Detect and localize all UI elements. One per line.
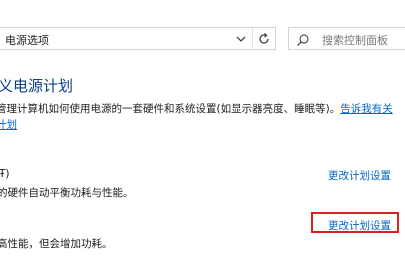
- learn-more-link[interactable]: 告诉我有关: [340, 103, 393, 115]
- address-divider: [252, 28, 253, 49]
- change-plan-settings-link[interactable]: 更改计划设置: [328, 168, 391, 183]
- plan-description-balanced: 的硬件自动平衡功耗与性能。: [0, 187, 134, 199]
- plan-description-high-performance: 高性能，但会增加功耗。: [0, 238, 113, 250]
- plan-name-balanced: Ŧ): [0, 168, 10, 180]
- description-text: 管理计算机如何使用电源的一套硬件和系统设置(如显示器亮度、睡眠等)。: [0, 103, 341, 115]
- page-description: 管理计算机如何使用电源的一套硬件和系统设置(如显示器亮度、睡眠等)。告诉我有关: [0, 101, 393, 117]
- search-icon: [296, 32, 310, 46]
- page-title: 义电源计划: [0, 77, 74, 95]
- address-bar[interactable]: 电源选项: [0, 27, 276, 50]
- learn-more-link-continued[interactable]: 计划: [0, 119, 17, 131]
- toolbar: 电源选项 搜索控制面板: [0, 0, 405, 62]
- change-plan-settings-link-high-performance[interactable]: 更改计划设置: [328, 218, 391, 233]
- page-description-line2: 计划: [0, 117, 17, 133]
- search-box[interactable]: 搜索控制面板: [288, 27, 405, 50]
- search-input[interactable]: 搜索控制面板: [322, 32, 388, 48]
- address-path: 电源选项: [5, 34, 49, 47]
- refresh-icon[interactable]: [256, 31, 272, 47]
- chevron-down-icon[interactable]: [234, 31, 248, 47]
